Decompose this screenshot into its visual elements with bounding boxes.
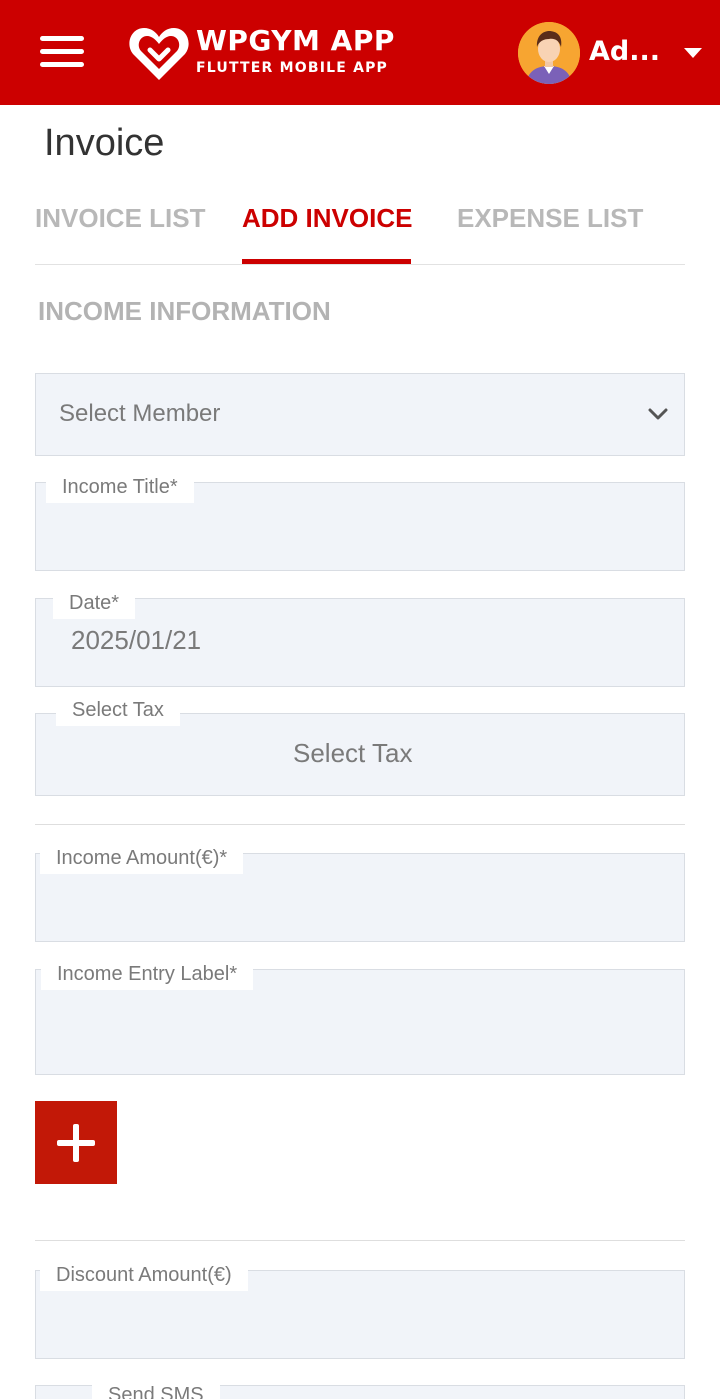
send-sms-label: Send SMS <box>92 1382 220 1399</box>
logo-title: WPGYM APP <box>196 24 395 57</box>
tab-invoice-list[interactable]: INVOICE LIST <box>35 203 205 234</box>
income-title-label: Income Title* <box>46 474 194 503</box>
section-title: INCOME INFORMATION <box>38 296 331 326</box>
select-member-dropdown[interactable]: Select Member <box>35 373 685 456</box>
user-name[interactable]: Ad... <box>589 36 660 67</box>
page-title: Invoice <box>44 122 165 164</box>
income-amount-label: Income Amount(€)* <box>40 845 244 874</box>
income-entry-label-label: Income Entry Label* <box>41 961 254 990</box>
app-bar: WPGYM APP FLUTTER MOBILE APP Ad... <box>0 0 720 105</box>
tab-expense-list[interactable]: EXPENSE LIST <box>457 203 643 234</box>
date-value: 2025/01/21 <box>71 625 202 655</box>
menu-line <box>40 62 84 67</box>
tab-bar: INVOICE LIST ADD INVOICE EXPENSE LIST <box>35 195 685 265</box>
hamburger-menu-icon[interactable] <box>40 36 84 68</box>
avatar-person-icon <box>518 22 580 84</box>
select-member-placeholder: Select Member <box>59 400 221 427</box>
plus-icon-vertical <box>73 1124 79 1162</box>
chevron-down-icon <box>648 408 668 420</box>
tab-add-invoice[interactable]: ADD INVOICE <box>242 203 412 234</box>
menu-line <box>40 36 84 41</box>
menu-line <box>40 49 84 54</box>
discount-amount-label: Discount Amount(€) <box>40 1262 248 1291</box>
select-tax-label: Select Tax <box>56 697 180 726</box>
divider <box>35 1240 685 1241</box>
date-label: Date* <box>53 590 136 619</box>
heart-logo-icon <box>129 28 189 80</box>
divider <box>35 824 685 825</box>
active-tab-indicator <box>242 259 411 264</box>
logo-subtitle: FLUTTER MOBILE APP <box>196 60 389 76</box>
caret-down-icon[interactable] <box>684 48 702 58</box>
user-avatar[interactable] <box>518 22 580 84</box>
add-entry-button[interactable] <box>35 1101 117 1184</box>
select-tax-value: Select Tax <box>293 738 413 768</box>
